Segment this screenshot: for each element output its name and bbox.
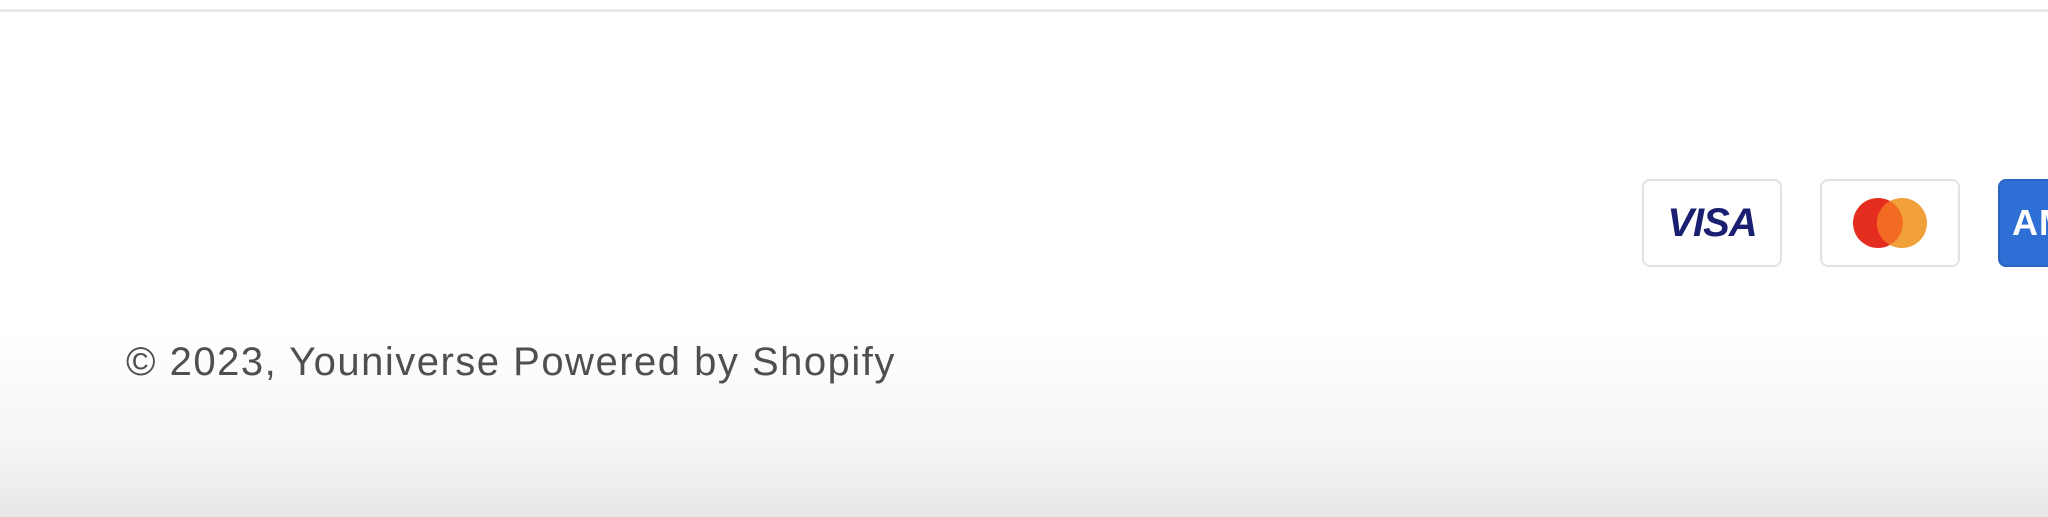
mastercard-icon bbox=[1820, 179, 1960, 267]
payment-icons-list: VISA AMEX bbox=[1642, 179, 2048, 267]
visa-label: VISA bbox=[1667, 201, 1757, 245]
copyright-text: © 2023, Youniverse Powered by Shopify bbox=[126, 340, 896, 384]
amex-label: AMEX bbox=[2012, 202, 2048, 243]
footer-divider bbox=[0, 9, 2048, 12]
amex-icon: AMEX bbox=[1998, 179, 2048, 267]
visa-icon: VISA bbox=[1642, 179, 1782, 267]
page-footer: VISA AMEX © 2023, Youniverse Powered by … bbox=[0, 0, 2048, 517]
mastercard-logo bbox=[1853, 198, 1927, 248]
